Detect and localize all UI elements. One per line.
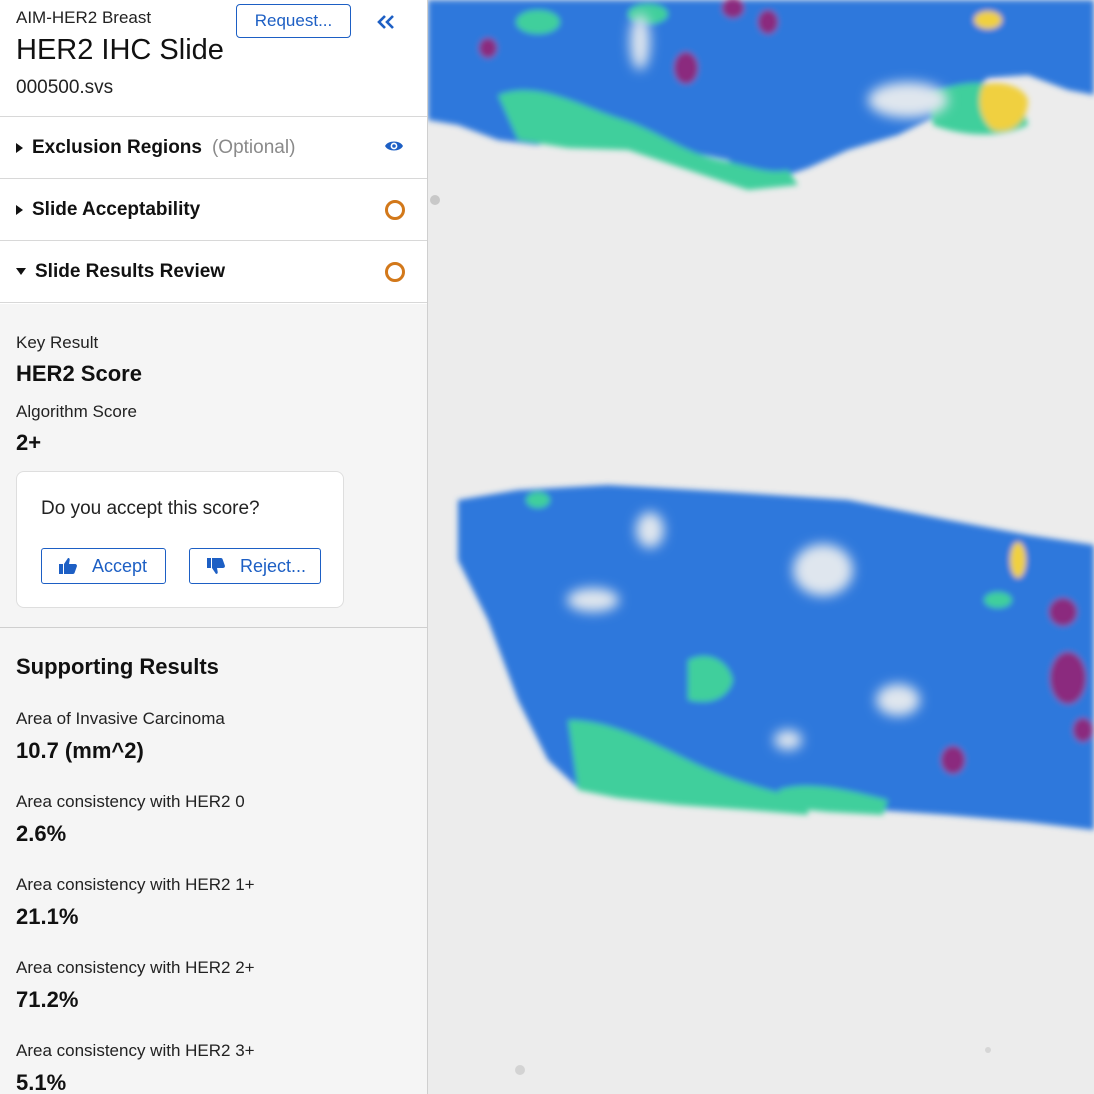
result-value: 5.1%: [16, 1070, 67, 1094]
section-exclusion-regions[interactable]: Exclusion Regions (Optional): [0, 117, 427, 179]
project-name: AIM-HER2 Breast: [16, 8, 152, 27]
section-label: Slide Acceptability: [32, 198, 201, 220]
section-label: Slide Results Review: [35, 260, 226, 282]
accept-question: Do you accept this score?: [41, 498, 260, 519]
algorithm-score-value: 2+: [16, 430, 42, 455]
sidebar-panel: AIM-HER2 Breast HER2 IHC Slide 000500.sv…: [0, 0, 428, 1094]
caret-right-icon: [16, 142, 23, 153]
slide-image: [428, 0, 1094, 1094]
request-button[interactable]: Request...: [236, 4, 351, 38]
result-value: 21.1%: [16, 904, 79, 929]
slide-filename: 000500.svs: [16, 77, 114, 98]
divider: [0, 627, 427, 628]
review-panel: Key Result HER2 Score Algorithm Score 2+…: [0, 304, 427, 1094]
algorithm-score-label: Algorithm Score: [16, 402, 137, 421]
double-chevron-left-icon: [377, 15, 394, 29]
result-label: Area consistency with HER2 3+: [16, 1041, 255, 1060]
result-label: Area consistency with HER2 2+: [16, 958, 255, 977]
result-value: 10.7 (mm^2): [16, 738, 144, 763]
slide-title: HER2 IHC Slide: [16, 34, 224, 66]
collapse-sidebar-button[interactable]: [373, 10, 399, 34]
reject-button[interactable]: Reject...: [189, 548, 321, 584]
optional-label: (Optional): [211, 136, 296, 158]
slide-header: AIM-HER2 Breast HER2 IHC Slide 000500.sv…: [0, 0, 427, 117]
thumbs-up-icon: [59, 558, 77, 574]
accept-button[interactable]: Accept: [41, 548, 166, 584]
caret-right-icon: [16, 204, 23, 215]
section-label: Exclusion Regions: [32, 136, 202, 158]
section-slide-acceptability[interactable]: Slide Acceptability: [0, 179, 427, 241]
status-incomplete-icon: [385, 200, 405, 220]
slide-viewer[interactable]: [428, 0, 1094, 1094]
status-incomplete-icon: [385, 262, 405, 282]
result-label: Area consistency with HER2 0: [16, 792, 245, 811]
thumbs-down-icon: [207, 558, 225, 574]
result-label: Area consistency with HER2 1+: [16, 875, 255, 894]
supporting-results-title: Supporting Results: [16, 654, 219, 679]
key-result-label: Key Result: [16, 333, 99, 352]
result-value: 2.6%: [16, 821, 67, 846]
caret-down-icon: [16, 268, 26, 275]
result-label: Area of Invasive Carcinoma: [16, 709, 225, 728]
eye-icon[interactable]: [384, 139, 404, 153]
accept-label: Accept: [92, 555, 148, 576]
key-result-value: HER2 Score: [16, 361, 142, 386]
accept-score-card: Do you accept this score? Accept Reject.…: [16, 471, 344, 608]
reject-label: Reject...: [240, 555, 307, 576]
result-value: 71.2%: [16, 987, 79, 1012]
section-slide-results-review[interactable]: Slide Results Review: [0, 241, 427, 303]
